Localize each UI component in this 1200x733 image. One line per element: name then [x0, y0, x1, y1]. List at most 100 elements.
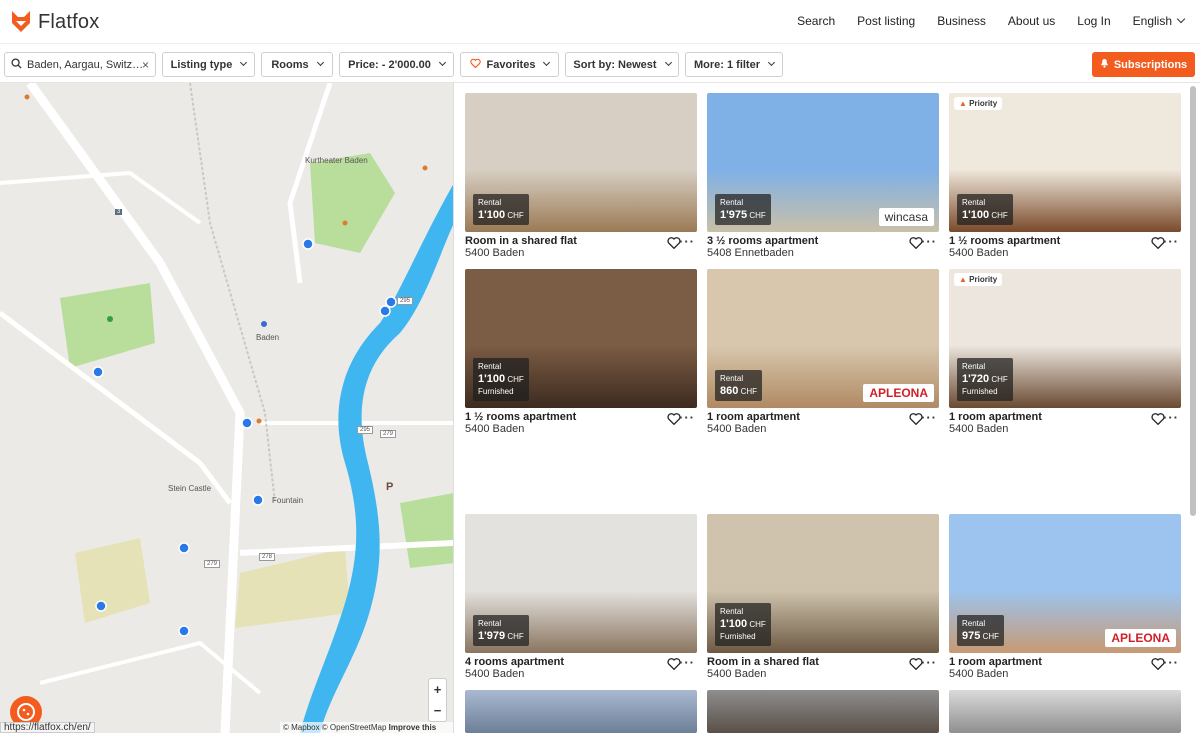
clear-icon[interactable]: ×: [142, 58, 149, 72]
listing-photo[interactable]: ▲ Priority Rental 1'100 CHF: [949, 93, 1181, 232]
listing-photo[interactable]: [707, 690, 939, 733]
listing-card[interactable]: [465, 690, 697, 733]
listing-title[interactable]: Room in a shared flat: [465, 235, 577, 247]
price-tag: Rental 975 CHF: [957, 615, 1005, 646]
listing-photo[interactable]: ▲ Priority Rental 1'720 CHF Furnished: [949, 269, 1181, 408]
map-marker[interactable]: [92, 366, 104, 378]
more-filters[interactable]: More: 1 filter: [685, 52, 783, 77]
listing-title[interactable]: 1 ½ rooms apartment: [465, 411, 576, 423]
listing-card[interactable]: Rental 1'975 CHF wincasa 3 ½ rooms apartmen…: [707, 93, 939, 263]
more-options-icon[interactable]: ···: [921, 410, 937, 425]
favorites-filter[interactable]: Favorites: [460, 52, 559, 77]
map-marker[interactable]: [95, 600, 107, 612]
more-options-icon[interactable]: ···: [679, 234, 695, 249]
zoom-control: + −: [428, 678, 447, 722]
price-filter[interactable]: Price: - 2'000.00: [339, 52, 454, 77]
chevron-down-icon: [438, 58, 446, 67]
listing-currency: CHF: [991, 211, 1008, 220]
location-search-input[interactable]: Baden, Aargau, Switz… ×: [4, 52, 156, 77]
listing-title[interactable]: 1 room apartment: [949, 411, 1042, 423]
map-marker[interactable]: [178, 542, 190, 554]
attribution-text[interactable]: © Mapbox © OpenStreetMap: [283, 723, 386, 732]
sort-filter[interactable]: Sort by: Newest: [565, 52, 679, 77]
listing-photo[interactable]: Rental 860 CHF APLEONA: [707, 269, 939, 408]
listing-currency: CHF: [740, 387, 758, 396]
road-shield: 279: [380, 430, 397, 438]
listing-title[interactable]: 1 ½ rooms apartment: [949, 235, 1060, 247]
listing-type: Rental: [720, 607, 744, 616]
listing-card[interactable]: Rental 975 CHF APLEONA 1 room apartment 5400…: [949, 514, 1181, 684]
listing-extra: Furnished: [720, 632, 756, 641]
zoom-in-button[interactable]: +: [434, 682, 442, 697]
listing-title[interactable]: 1 room apartment: [949, 656, 1042, 668]
listing-photo[interactable]: Rental 1'979 CHF: [465, 514, 697, 653]
listing-card[interactable]: Rental 1'979 CHF 4 rooms apartment 5400 Bad…: [465, 514, 697, 684]
listing-photo[interactable]: Rental 1'100 CHF: [465, 93, 697, 232]
listing-card[interactable]: Rental 1'100 CHF Room in a shared flat 5400…: [465, 93, 697, 263]
map-canvas[interactable]: [0, 83, 454, 733]
map-marker[interactable]: [385, 296, 397, 308]
more-options-icon[interactable]: ···: [1163, 655, 1179, 670]
brand-logo[interactable]: Flatfox: [10, 9, 99, 36]
listing-card[interactable]: Rental 860 CHF APLEONA 1 room apartment 5400…: [707, 269, 939, 439]
chevron-down-icon: [316, 58, 324, 67]
map-marker[interactable]: [302, 238, 314, 250]
listing-photo[interactable]: Rental 1'100 CHF Furnished: [465, 269, 697, 408]
map-marker[interactable]: [178, 625, 190, 637]
more-options-icon[interactable]: ···: [679, 410, 695, 425]
map-marker[interactable]: [241, 417, 253, 429]
more-options-icon[interactable]: ···: [1163, 410, 1179, 425]
scrollbar-thumb[interactable]: [1190, 86, 1196, 516]
listing-photo[interactable]: Rental 1'100 CHF Furnished: [707, 514, 939, 653]
listing-card[interactable]: Rental 1'100 CHF Furnished 1 ½ rooms apartm…: [465, 269, 697, 439]
nav-about-us[interactable]: About us: [1008, 14, 1055, 28]
listing-card[interactable]: Rental 1'100 CHF Furnished Room in a shared…: [707, 514, 939, 684]
zoom-out-button[interactable]: −: [434, 703, 442, 718]
listing-price: 1'100: [478, 209, 506, 221]
price-tag: Rental 1'979 CHF: [473, 615, 529, 646]
listing-card[interactable]: ▲ Priority Rental 1'100 CHF 1 ½ rooms apart…: [949, 93, 1181, 263]
listing-photo[interactable]: [949, 690, 1181, 733]
price-tag: Rental 1'100 CHF Furnished: [473, 358, 529, 401]
map-panel[interactable]: Kurtheater Baden Baden Stein Castle Foun…: [0, 83, 454, 733]
listing-photo[interactable]: Rental 975 CHF APLEONA: [949, 514, 1181, 653]
map-marker[interactable]: [379, 305, 391, 317]
more-options-icon[interactable]: ···: [921, 234, 937, 249]
nav-business[interactable]: Business: [937, 14, 986, 28]
listing-card[interactable]: ▲ Priority Rental 1'720 CHF Furnished 1 room…: [949, 269, 1181, 439]
listing-price: 975: [962, 630, 981, 642]
listing-title[interactable]: Room in a shared flat: [707, 656, 819, 668]
listing-title[interactable]: 4 rooms apartment: [465, 656, 564, 668]
listing-type-filter[interactable]: Listing type: [162, 52, 255, 77]
listing-card[interactable]: [949, 690, 1181, 733]
listing-title[interactable]: 3 ½ rooms apartment: [707, 235, 818, 247]
map-label: Kurtheater Baden: [305, 156, 368, 165]
poi-icon: [24, 94, 30, 100]
map-marker[interactable]: [252, 494, 264, 506]
listing-location: 5400 Baden: [949, 247, 1009, 259]
rooms-filter[interactable]: Rooms: [261, 52, 333, 77]
road-shield: 279: [204, 560, 221, 568]
poi-icon: [422, 165, 428, 171]
listing-price: 1'975: [720, 209, 748, 221]
language-selector[interactable]: English: [1133, 14, 1186, 28]
listing-photo[interactable]: Rental 1'975 CHF wincasa: [707, 93, 939, 232]
listing-price: 1'979: [478, 630, 506, 642]
subscriptions-button[interactable]: Subscriptions: [1092, 52, 1195, 77]
more-options-icon[interactable]: ···: [921, 655, 937, 670]
nav-post-listing[interactable]: Post listing: [857, 14, 915, 28]
price-tag: Rental 1'100 CHF: [473, 194, 529, 225]
more-options-icon[interactable]: ···: [679, 655, 695, 670]
nav-login[interactable]: Log In: [1077, 14, 1110, 28]
scrollbar[interactable]: [1188, 83, 1198, 733]
listing-card[interactable]: [707, 690, 939, 733]
map-label: Baden: [256, 333, 280, 342]
listing-price: 1'100: [478, 373, 506, 385]
listing-extra: Furnished: [478, 387, 514, 396]
priority-label: Priority: [969, 99, 998, 108]
more-options-icon[interactable]: ···: [1163, 234, 1179, 249]
listing-title[interactable]: 1 room apartment: [707, 411, 800, 423]
favorites-label: Favorites: [486, 58, 536, 71]
listing-photo[interactable]: [465, 690, 697, 733]
nav-search[interactable]: Search: [797, 14, 835, 28]
